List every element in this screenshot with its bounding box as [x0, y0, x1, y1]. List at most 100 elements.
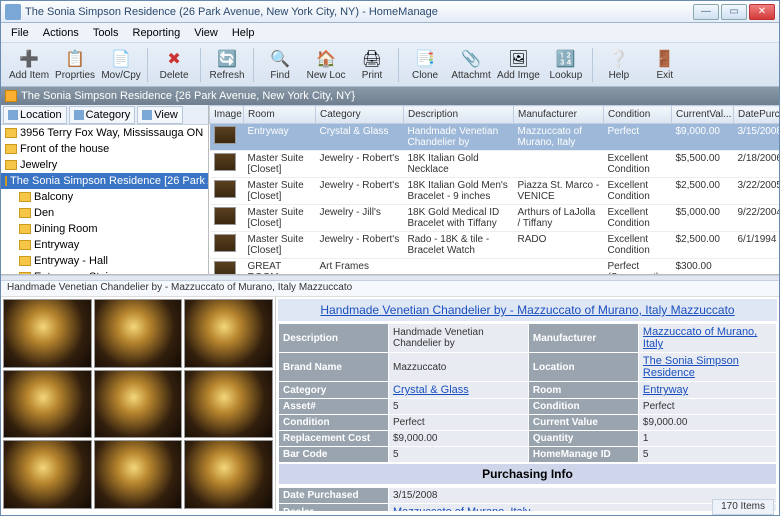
column-header[interactable]: Manufacturer — [514, 106, 604, 124]
info-link[interactable]: Mazzuccato of Murano, Italy — [643, 326, 757, 350]
info-link[interactable]: The Sonia Simpson Residence — [643, 355, 739, 379]
cell: 18K Italian Gold Necklace — [404, 151, 514, 178]
toolbar-newloc[interactable]: 🏠New Loc — [304, 45, 348, 85]
table-row[interactable]: Master Suite [Closet]Jewelry - Robert's1… — [210, 178, 780, 205]
tree-label: Front of the house — [20, 143, 109, 155]
table-row[interactable]: Master Suite [Closet]Jewelry - Robert'sR… — [210, 232, 780, 259]
tree-node[interactable]: 3956 Terry Fox Way, Mississauga ON — [1, 125, 208, 141]
toolbar-addimge[interactable]: 🖼Add Imge — [495, 45, 542, 85]
toolbar-movcpy[interactable]: 📄Mov/Cpy — [99, 45, 143, 85]
column-header[interactable]: Description — [404, 106, 514, 124]
tab-category[interactable]: Category — [69, 106, 136, 124]
tree-node[interactable]: Entryway - Hall — [1, 253, 208, 269]
thumbnail — [214, 261, 236, 274]
info-link[interactable]: Crystal & Glass — [393, 384, 469, 396]
column-header[interactable]: CurrentVal... — [672, 106, 734, 124]
gallery-image[interactable] — [184, 370, 273, 439]
toolbar-exit[interactable]: 🚪Exit — [643, 45, 687, 85]
column-header[interactable]: Category — [316, 106, 404, 124]
tree-node[interactable]: Den — [1, 205, 208, 221]
toolbar-attachmt[interactable]: 📎Attachmt — [449, 45, 493, 85]
tree-label: Den — [34, 207, 54, 219]
gallery-image[interactable] — [94, 440, 183, 509]
toolbar-label: New Loc — [307, 70, 346, 81]
minimize-button[interactable]: — — [693, 4, 719, 20]
gallery-image[interactable] — [3, 440, 92, 509]
gallery-image[interactable] — [3, 370, 92, 439]
toolbar-print[interactable]: 🖨Print — [350, 45, 394, 85]
cell: 6/1/1994 — [734, 232, 780, 259]
column-header[interactable]: Image — [210, 106, 244, 124]
column-header[interactable]: DatePurchase — [734, 106, 780, 124]
info-label: Location — [528, 353, 638, 382]
cell: 3/22/2005 — [734, 178, 780, 205]
toolbar-clone[interactable]: 📑Clone — [403, 45, 447, 85]
menu-help[interactable]: Help — [226, 25, 261, 41]
info-link[interactable]: Entryway — [643, 384, 688, 396]
cell: RADO — [514, 232, 604, 259]
tree-node[interactable]: Dining Room — [1, 221, 208, 237]
left-panel: LocationCategoryView 3956 Terry Fox Way,… — [1, 105, 209, 274]
grid-panel: ImageRoomCategoryDescriptionManufacturer… — [209, 105, 779, 274]
cell — [210, 178, 244, 205]
table-row[interactable]: EntrywayCrystal & GlassHandmade Venetian… — [210, 124, 780, 151]
toolbar-delete[interactable]: ✖Delete — [152, 45, 196, 85]
info-label: Condition — [279, 415, 389, 431]
tree-node[interactable]: Balcony — [1, 189, 208, 205]
toolbar-refresh[interactable]: 🔄Refresh — [205, 45, 249, 85]
table-row[interactable]: GREAT ROOMArt FramesPerfect (Same as the… — [210, 259, 780, 275]
cell: Rado - 18K & tile - Bracelet Watch — [404, 232, 514, 259]
tree-node[interactable]: Entryway — [1, 237, 208, 253]
table-row[interactable]: Master Suite [Closet]Jewelry - Robert's1… — [210, 151, 780, 178]
view-icon — [142, 110, 152, 120]
gallery-image[interactable] — [3, 299, 92, 368]
menu-file[interactable]: File — [5, 25, 35, 41]
info-label: Room — [528, 382, 638, 399]
info-label: Asset# — [279, 399, 389, 415]
tab-view[interactable]: View — [137, 106, 183, 124]
menu-reporting[interactable]: Reporting — [127, 25, 187, 41]
location-tree[interactable]: 3956 Terry Fox Way, Mississauga ON Front … — [1, 125, 208, 274]
column-header[interactable]: Room — [244, 106, 316, 124]
column-header[interactable]: Condition — [604, 106, 672, 124]
maximize-button[interactable]: ▭ — [721, 4, 747, 20]
info-label: Current Value — [528, 415, 638, 431]
tree-node[interactable]: The Sonia Simpson Residence [26 Park Ave… — [1, 173, 208, 189]
cell: Jewelry - Robert's — [316, 232, 404, 259]
toolbar-find[interactable]: 🔍Find — [258, 45, 302, 85]
tree-node[interactable]: Front of the house — [1, 141, 208, 157]
cell: Perfect — [604, 124, 672, 151]
tab-location[interactable]: Location — [3, 106, 67, 124]
menu-view[interactable]: View — [188, 25, 224, 41]
separator — [200, 48, 201, 82]
menu-actions[interactable]: Actions — [37, 25, 85, 41]
gallery-image[interactable] — [184, 299, 273, 368]
cell — [210, 232, 244, 259]
cell: Perfect (Same as the day we — [604, 259, 672, 275]
table-row[interactable]: Master Suite [Closet]Jewelry - Jill's18K… — [210, 205, 780, 232]
tree-node[interactable]: Entryway - Stairway — [1, 269, 208, 274]
image-gallery[interactable] — [1, 297, 276, 511]
close-button[interactable]: ✕ — [749, 4, 775, 20]
toolbar-proprties[interactable]: 📋Proprties — [53, 45, 97, 85]
items-grid[interactable]: ImageRoomCategoryDescriptionManufacturer… — [209, 105, 779, 274]
cell: Entryway — [244, 124, 316, 151]
toolbar-label: Help — [609, 70, 630, 81]
gallery-image[interactable] — [94, 299, 183, 368]
info-link[interactable]: Mazzuccato of Murano, Italy — [393, 506, 531, 511]
folder-icon — [19, 272, 31, 274]
toolbar-label: Lookup — [549, 70, 582, 81]
separator — [398, 48, 399, 82]
menu-tools[interactable]: Tools — [87, 25, 125, 41]
refresh-icon: 🔄 — [217, 49, 237, 69]
toolbar-additem[interactable]: ➕Add Item — [7, 45, 51, 85]
tree-node[interactable]: Jewelry — [1, 157, 208, 173]
detail-title-link[interactable]: Handmade Venetian Chandelier by - Mazzuc… — [320, 303, 734, 317]
toolbar-help[interactable]: ❔Help — [597, 45, 641, 85]
info-label: Category — [279, 382, 389, 399]
toolbar-lookup[interactable]: 🔢Lookup — [544, 45, 588, 85]
gallery-image[interactable] — [184, 440, 273, 509]
info-value: Perfect — [389, 415, 529, 431]
gallery-image[interactable] — [94, 370, 183, 439]
cell: Excellent Condition — [604, 151, 672, 178]
